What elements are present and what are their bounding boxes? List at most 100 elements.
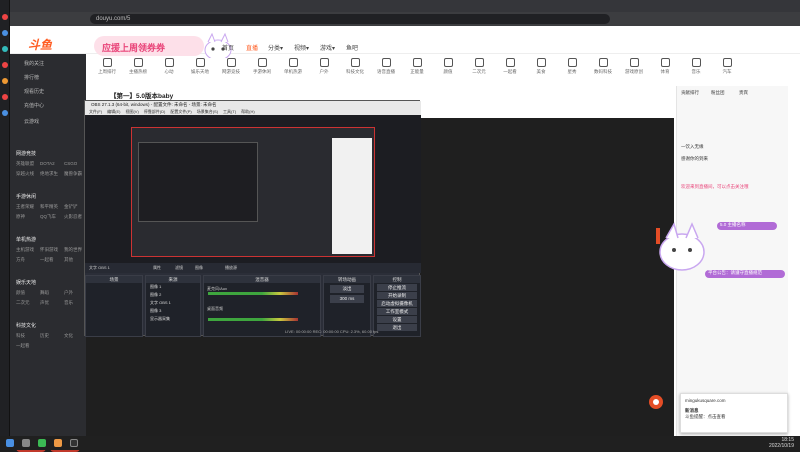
obs-titlebar[interactable]: OBS 27.1.3 (64-bit, windows) - 配置文件: 未命名… — [85, 101, 421, 109]
sidebar-game-link[interactable]: 文化 — [64, 333, 73, 339]
nav-yuba[interactable]: 鱼吧 — [346, 43, 358, 52]
category-item[interactable]: 汽车 — [714, 58, 740, 75]
category-item[interactable]: 户外 — [311, 58, 337, 75]
category-item[interactable]: 主播热榜 — [125, 58, 151, 75]
sidebar-game-link[interactable]: 科技 — [16, 333, 25, 339]
obs-menu-item[interactable]: 文件(F) — [89, 109, 102, 114]
sidebar-game-link[interactable]: 火影忍者 — [64, 214, 82, 220]
sidebar-section-title[interactable]: 网游竞技 — [16, 150, 36, 157]
nav-live[interactable]: 直播 — [246, 43, 258, 52]
sidebar-game-link[interactable]: 户外 — [64, 290, 73, 296]
sidebar-game-link[interactable]: 英雄联盟 — [16, 161, 34, 167]
category-item[interactable]: 美食 — [528, 58, 554, 75]
obs-window[interactable]: OBS 27.1.3 (64-bit, windows) - 配置文件: 未命名… — [84, 100, 421, 337]
source-item[interactable]: 图像 2 — [146, 291, 200, 299]
address-bar[interactable]: douyu.com/5 — [90, 14, 610, 24]
category-item[interactable]: 体育 — [652, 58, 678, 75]
sidebar-game-link[interactable]: 主机游戏 — [16, 247, 34, 253]
app-icon[interactable] — [54, 439, 62, 447]
search-icon[interactable] — [22, 439, 30, 447]
category-item[interactable]: 星秀 — [559, 58, 585, 75]
sidebar-game-link[interactable]: 怀旧游戏 — [40, 247, 58, 253]
sidebar-game-link[interactable]: 王者荣耀 — [16, 204, 34, 210]
obs-menu-item[interactable]: 配置文件(P) — [170, 109, 191, 114]
nav-home[interactable]: 首页 — [222, 43, 234, 52]
sidebar-game-link[interactable]: QQ飞车 — [40, 214, 56, 220]
sidebar-game-link[interactable]: 历史 — [40, 333, 49, 339]
sidebar-game-link[interactable]: 颜值 — [16, 290, 25, 296]
sidebar-item[interactable]: 云游戏 — [24, 118, 39, 125]
sidebar-game-link[interactable]: DOTA2 — [40, 161, 55, 166]
app-icon[interactable] — [2, 14, 8, 20]
category-item[interactable]: 语音直播 — [373, 58, 399, 75]
sidebar-game-link[interactable]: 金铲铲 — [64, 204, 78, 210]
notification-toast[interactable]: mingukusquare.com 新消息 斗鱼提醒：点击查看 — [680, 393, 788, 433]
chat-tab[interactable]: 贡献排行 — [681, 90, 699, 96]
sidebar-game-link[interactable]: 方舟 — [16, 257, 25, 263]
category-item[interactable]: 心动 — [156, 58, 182, 75]
obs-control-button[interactable]: 退出 — [377, 324, 417, 331]
obs-image-button[interactable]: 图像 — [195, 265, 203, 271]
sidebar-game-link[interactable]: 二次元 — [16, 300, 30, 306]
duration-input[interactable]: 300 ms — [330, 295, 364, 303]
category-item[interactable]: 科技文化 — [342, 58, 368, 75]
app-icon[interactable] — [2, 110, 8, 116]
sidebar-game-link[interactable]: 穿越火线 — [16, 171, 34, 177]
douyu-fish-icon[interactable] — [648, 394, 664, 410]
category-item[interactable]: 娱乐天地 — [187, 58, 213, 75]
sidebar-section-title[interactable]: 单机热游 — [16, 236, 36, 243]
obs-menu-item[interactable]: 场景集合(S) — [197, 109, 218, 114]
obs-control-button[interactable]: 开始录制 — [377, 292, 417, 299]
obs-control-button[interactable]: 设置 — [377, 316, 417, 323]
sidebar-item[interactable]: 排行榜 — [24, 74, 39, 81]
obs-control-button[interactable]: 工作室模式 — [377, 308, 417, 315]
source-item[interactable]: 图像 1 — [146, 283, 200, 291]
obs-control-button[interactable]: 停止推流 — [377, 284, 417, 291]
obs-menu-item[interactable]: 帮助(H) — [241, 109, 255, 114]
obs-menu-item[interactable]: 视图(V) — [125, 109, 138, 114]
obs-menu-item[interactable]: 工具(T) — [223, 109, 236, 114]
obs-filters-button[interactable]: 滤镜 — [175, 265, 183, 271]
obs-control-button[interactable]: 启动虚拟摄像机 — [377, 300, 417, 307]
sidebar-game-link[interactable]: 音乐 — [64, 300, 73, 306]
category-item[interactable]: 手游休闲 — [249, 58, 275, 75]
obs-play-button[interactable]: 播放源 — [225, 265, 237, 271]
app-icon[interactable] — [2, 30, 8, 36]
sidebar-section-title[interactable]: 科技文化 — [16, 322, 36, 329]
sidebar-game-link[interactable]: 声优 — [40, 300, 49, 306]
sidebar-game-link[interactable]: 魔兽争霸 — [64, 171, 82, 177]
obs-preview[interactable] — [85, 115, 421, 263]
sidebar-item[interactable]: 我的关注 — [24, 60, 44, 67]
source-item[interactable]: 显示器采集 — [146, 315, 200, 323]
chat-tab[interactable]: 贵宾 — [739, 90, 748, 96]
nav-video[interactable]: 视频▾ — [294, 43, 309, 52]
transition-select[interactable]: 淡出 — [330, 285, 364, 293]
source-item[interactable]: 图像 3 — [146, 307, 200, 315]
sidebar-game-link[interactable]: 和平精英 — [40, 204, 58, 210]
promo-banner[interactable]: 应援上周领券券 — [94, 36, 204, 56]
category-item[interactable]: 游戏原创 — [621, 58, 647, 75]
category-item[interactable]: 音乐 — [683, 58, 709, 75]
category-item[interactable]: 正能量 — [404, 58, 430, 75]
windows-start-icon[interactable] — [6, 439, 14, 447]
app-icon[interactable] — [2, 94, 8, 100]
app-icon[interactable] — [2, 62, 8, 68]
sidebar-game-link[interactable]: 一起看 — [16, 343, 30, 349]
category-item[interactable]: 单机热游 — [280, 58, 306, 75]
nav-games[interactable]: 游戏▾ — [320, 43, 335, 52]
sidebar-item[interactable]: 充值中心 — [24, 102, 44, 109]
obs-menu-item[interactable]: 编辑(E) — [107, 109, 120, 114]
app-icon[interactable] — [2, 78, 8, 84]
category-item[interactable]: 数码科技 — [590, 58, 616, 75]
category-item[interactable]: 网游竞技 — [218, 58, 244, 75]
sidebar-game-link[interactable]: CSGO — [64, 161, 77, 166]
sidebar-item[interactable]: 观看历史 — [24, 88, 44, 95]
sidebar-game-link[interactable]: 原神 — [16, 214, 25, 220]
sidebar-game-link[interactable]: 绝地求生 — [40, 171, 58, 177]
category-item[interactable]: 二次元 — [466, 58, 492, 75]
category-item[interactable]: 一起看 — [497, 58, 523, 75]
sidebar-game-link[interactable]: 其他 — [64, 257, 73, 263]
sidebar-game-link[interactable]: 舞蹈 — [40, 290, 49, 296]
sidebar-game-link[interactable]: 一起看 — [40, 257, 54, 263]
sidebar-game-link[interactable]: 我的世界 — [64, 247, 82, 253]
